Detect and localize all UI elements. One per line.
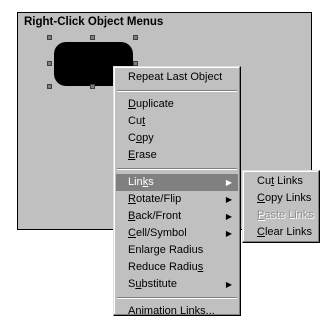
menu-item-back-front[interactable]: Back/Front ▶ — [116, 208, 238, 225]
menu-item-duplicate[interactable]: Duplicate — [116, 96, 238, 113]
submenu-item-cut-links[interactable]: Cut Links — [245, 173, 317, 190]
menu-item-reduce-radius[interactable]: Reduce Radius — [116, 259, 238, 276]
submenu-arrow-icon: ▶ — [225, 178, 232, 187]
submenu-item-copy-links[interactable]: Copy Links — [245, 190, 317, 207]
menu-item-animation-links[interactable]: Animation Links... — [116, 303, 238, 316]
menu-item-enlarge-radius[interactable]: Enlarge Radius — [116, 242, 238, 259]
menu-item-rotate-flip[interactable]: Rotate/Flip ▶ — [116, 191, 238, 208]
menu-item-cut[interactable]: Cut — [116, 113, 238, 130]
submenu-arrow-icon: ▶ — [225, 212, 232, 221]
submenu-arrow-icon: ▶ — [225, 229, 232, 238]
menu-item-cell-symbol[interactable]: Cell/Symbol ▶ — [116, 225, 238, 242]
menu-separator — [117, 90, 237, 92]
resize-handle-w[interactable] — [47, 61, 52, 66]
submenu-item-paste-links: Paste Links — [257, 209, 314, 221]
menu-item-copy[interactable]: Copy — [116, 130, 238, 147]
links-submenu: Cut Links Copy Links Paste Links Clear L… — [242, 170, 320, 243]
menu-item-erase[interactable]: Erase — [116, 147, 238, 164]
submenu-arrow-icon: ▶ — [225, 280, 232, 289]
resize-handle-n[interactable] — [90, 35, 95, 40]
menu-separator — [117, 297, 237, 299]
menu-item-substitute[interactable]: Substitute ▶ — [116, 276, 238, 293]
resize-handle-ne[interactable] — [133, 35, 138, 40]
resize-handle-sw[interactable] — [47, 84, 52, 89]
menu-item-repeat-last-object[interactable]: Repeat Last Object — [116, 69, 238, 86]
object-context-menu: Repeat Last Object Duplicate Cut Copy Er… — [113, 66, 241, 316]
panel-title: Right-Click Object Menus — [24, 16, 164, 28]
submenu-item-clear-links[interactable]: Clear Links — [245, 224, 317, 241]
resize-handle-nw[interactable] — [47, 35, 52, 40]
menu-item-links[interactable]: Links ▶ — [116, 174, 238, 191]
menu-separator — [117, 168, 237, 170]
submenu-arrow-icon: ▶ — [225, 195, 232, 204]
resize-handle-s[interactable] — [90, 84, 95, 89]
